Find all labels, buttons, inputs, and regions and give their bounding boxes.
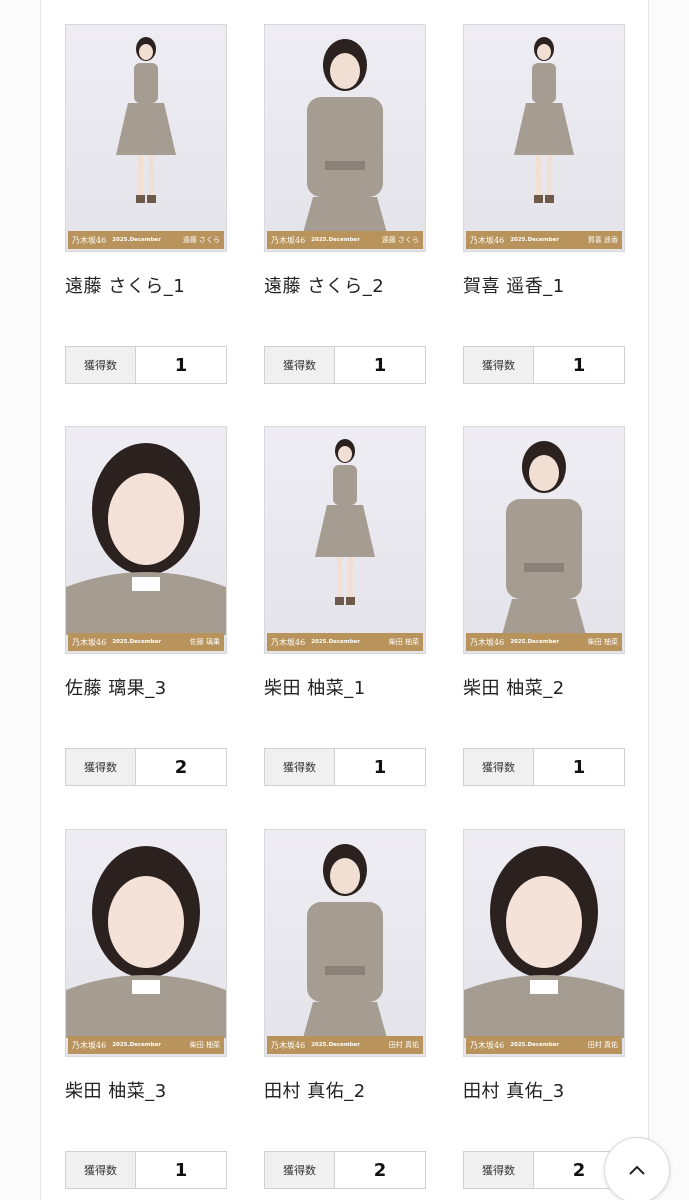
member-photo[interactable]: 乃木坂46 2025.December 田村 真佑	[463, 829, 625, 1057]
member-photo[interactable]: 乃木坂46 2025.December 柴田 柚菜	[264, 426, 426, 654]
acquired-count-box: 獲得数 1	[65, 1151, 227, 1189]
acquired-count-box: 獲得数 2	[65, 748, 227, 786]
acquired-count-value: 1	[174, 354, 188, 376]
acquired-count-label: 獲得数	[464, 347, 534, 383]
strip-edition: 2025.December	[112, 1042, 161, 1048]
photo-caption-strip: 乃木坂46 2025.December 遠藤 さくら	[68, 231, 224, 249]
strip-logo: 乃木坂46	[470, 1040, 505, 1050]
card-title: 田村 真佑_2	[264, 1081, 366, 1102]
acquired-count-value: 2	[174, 756, 188, 778]
acquired-count-label: 獲得数	[464, 749, 534, 785]
acquired-count-label: 獲得数	[265, 347, 335, 383]
strip-edition: 2025.December	[311, 1042, 360, 1048]
card-title: 田村 真佑_3	[463, 1081, 565, 1102]
strip-edition: 2025.December	[112, 237, 161, 243]
photo-caption-strip: 乃木坂46 2025.December 遠藤 さくら	[267, 231, 423, 249]
acquired-count-value: 1	[174, 1159, 188, 1181]
card-title: 佐藤 璃果_3	[65, 678, 167, 699]
acquired-count-label: 獲得数	[464, 1152, 534, 1188]
strip-member-name: 柴田 柚菜	[388, 637, 419, 646]
card-title: 柴田 柚菜_2	[463, 678, 565, 699]
photo-caption-strip: 乃木坂46 2025.December 柴田 柚菜	[466, 633, 622, 651]
acquired-count-label: 獲得数	[66, 749, 136, 785]
photo-caption-strip: 乃木坂46 2025.December 柴田 柚菜	[267, 633, 423, 651]
photo-caption-strip: 乃木坂46 2025.December 佐藤 璃果	[68, 633, 224, 651]
photo-caption-strip: 乃木坂46 2025.December 賀喜 遥香	[466, 231, 622, 249]
photo-caption-strip: 乃木坂46 2025.December 田村 真佑	[267, 1036, 423, 1054]
strip-logo: 乃木坂46	[271, 1040, 306, 1050]
card-title: 柴田 柚菜_1	[264, 678, 366, 699]
acquired-count-value: 2	[373, 1159, 387, 1181]
card-title: 遠藤 さくら_1	[65, 276, 186, 297]
strip-logo: 乃木坂46	[271, 637, 306, 647]
strip-edition: 2025.December	[311, 237, 360, 243]
photo-caption-strip: 乃木坂46 2025.December 田村 真佑	[466, 1036, 622, 1054]
strip-edition: 2025.December	[112, 639, 161, 645]
strip-edition: 2025.December	[510, 237, 559, 243]
strip-logo: 乃木坂46	[72, 235, 107, 245]
strip-member-name: 柴田 柚菜	[189, 1040, 220, 1049]
card-title: 賀喜 遥香_1	[463, 276, 565, 297]
acquired-count-value: 1	[572, 756, 586, 778]
acquired-count-value: 1	[572, 354, 586, 376]
acquired-count-box: 獲得数 1	[264, 748, 426, 786]
chevron-up-icon	[629, 1165, 645, 1175]
acquired-count-label: 獲得数	[66, 1152, 136, 1188]
strip-member-name: 田村 真佑	[587, 1040, 618, 1049]
acquired-count-value: 1	[373, 354, 387, 376]
acquired-count-box: 獲得数 1	[65, 346, 227, 384]
acquired-count-box: 獲得数 2	[264, 1151, 426, 1189]
photo-caption-strip: 乃木坂46 2025.December 柴田 柚菜	[68, 1036, 224, 1054]
member-photo[interactable]: 乃木坂46 2025.December 遠藤 さくら	[264, 24, 426, 252]
strip-member-name: 田村 真佑	[388, 1040, 419, 1049]
card-title: 遠藤 さくら_2	[264, 276, 385, 297]
strip-logo: 乃木坂46	[470, 637, 505, 647]
acquired-count-box: 獲得数 1	[264, 346, 426, 384]
member-photo[interactable]: 乃木坂46 2025.December 田村 真佑	[264, 829, 426, 1057]
strip-member-name: 遠藤 さくら	[381, 235, 419, 244]
member-photo[interactable]: 乃木坂46 2025.December 遠藤 さくら	[65, 24, 227, 252]
strip-logo: 乃木坂46	[72, 637, 107, 647]
acquired-count-label: 獲得数	[265, 1152, 335, 1188]
acquired-count-box: 獲得数 1	[463, 748, 625, 786]
member-photo[interactable]: 乃木坂46 2025.December 柴田 柚菜	[463, 426, 625, 654]
member-photo[interactable]: 乃木坂46 2025.December 賀喜 遥香	[463, 24, 625, 252]
back-to-top-button[interactable]	[604, 1137, 670, 1200]
strip-edition: 2025.December	[510, 1042, 559, 1048]
card-title: 柴田 柚菜_3	[65, 1081, 167, 1102]
strip-logo: 乃木坂46	[72, 1040, 107, 1050]
acquired-count-label: 獲得数	[265, 749, 335, 785]
strip-member-name: 柴田 柚菜	[587, 637, 618, 646]
acquired-count-box: 獲得数 2	[463, 1151, 625, 1189]
strip-logo: 乃木坂46	[470, 235, 505, 245]
member-photo[interactable]: 乃木坂46 2025.December 柴田 柚菜	[65, 829, 227, 1057]
strip-logo: 乃木坂46	[271, 235, 306, 245]
acquired-count-label: 獲得数	[66, 347, 136, 383]
strip-edition: 2025.December	[311, 639, 360, 645]
strip-member-name: 遠藤 さくら	[182, 235, 220, 244]
acquired-count-value: 1	[373, 756, 387, 778]
strip-member-name: 賀喜 遥香	[587, 235, 618, 244]
member-photo[interactable]: 乃木坂46 2025.December 佐藤 璃果	[65, 426, 227, 654]
strip-member-name: 佐藤 璃果	[189, 637, 220, 646]
acquired-count-box: 獲得数 1	[463, 346, 625, 384]
strip-edition: 2025.December	[510, 639, 559, 645]
